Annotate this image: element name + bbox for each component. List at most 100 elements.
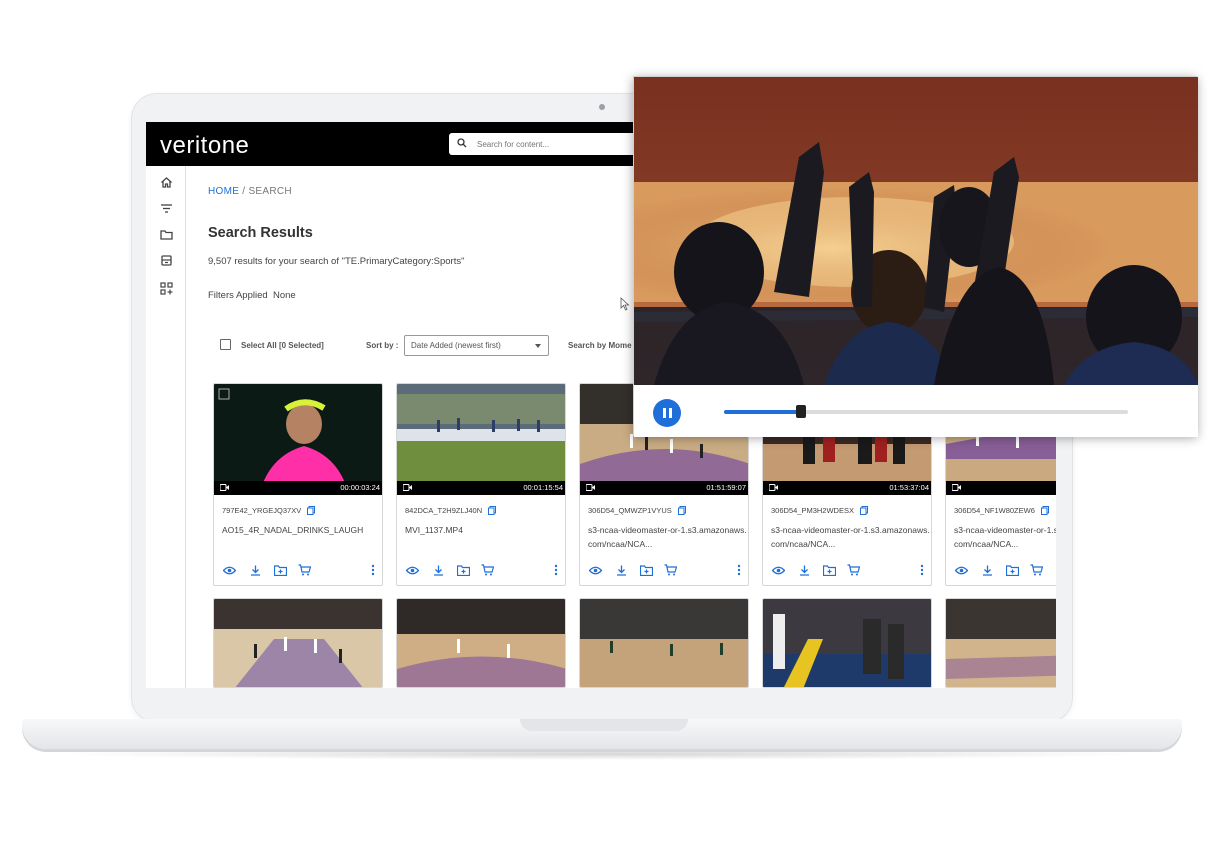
preview-eye-icon[interactable]: [588, 563, 602, 577]
select-all-checkbox[interactable]: [220, 339, 231, 350]
preview-eye-icon[interactable]: [222, 563, 236, 577]
thumbnail-bar: 00:01:15:54: [397, 481, 565, 495]
laptop-notch: [520, 719, 688, 731]
media-id-text: 797E42_YRGEJQ37XV: [222, 506, 302, 515]
media-name: s3-ncaa-videomaster-or-1.s3.amazonaws.co…: [588, 525, 747, 549]
more-vert-icon[interactable]: [549, 563, 563, 577]
video-thumbnail[interactable]: 00:01:15:54: [397, 384, 565, 495]
filter-icon[interactable]: [158, 200, 174, 216]
player-controls: [634, 385, 1198, 437]
copy-icon[interactable]: [677, 506, 686, 515]
card-actions: [588, 563, 742, 577]
more-vert-icon[interactable]: [366, 563, 380, 577]
media-name: AO15_4R_NADAL_DRINKS_LAUGH: [222, 525, 364, 535]
sort-select[interactable]: Date Added (newest first): [404, 335, 549, 356]
sidebar: [146, 166, 186, 688]
result-card[interactable]: 00:00:03:24 797E42_YRGEJQ37XV AO15_4R_NA…: [213, 383, 383, 586]
media-id: 797E42_YRGEJQ37XV: [222, 506, 316, 515]
page-title: Search Results: [208, 225, 313, 241]
home-icon[interactable]: [158, 174, 174, 190]
add-to-cart-icon[interactable]: [297, 563, 311, 577]
result-card[interactable]: [762, 598, 932, 688]
media-id: 842DCA_T2H9ZLJ40N: [405, 506, 497, 515]
copy-icon[interactable]: [859, 506, 868, 515]
video-duration: 00:01:15:54: [523, 483, 563, 492]
video-camera-icon: [769, 484, 778, 491]
video-thumbnail[interactable]: [214, 599, 383, 688]
video-thumbnail[interactable]: [580, 599, 749, 688]
add-to-cart-icon[interactable]: [663, 563, 677, 577]
stage: veritone Search for content... HOME / SE…: [0, 0, 1230, 860]
copy-icon[interactable]: [1040, 506, 1049, 515]
result-card[interactable]: [213, 598, 383, 688]
media-id-text: 306D54_QMWZP1VYUS: [588, 506, 672, 515]
copy-icon[interactable]: [488, 506, 497, 515]
result-card[interactable]: [579, 598, 749, 688]
thumbnail-bar: 00:00:03:24: [214, 481, 382, 495]
thumbnail-bar: [946, 481, 1056, 495]
download-icon[interactable]: [248, 563, 262, 577]
more-vert-icon[interactable]: [732, 563, 746, 577]
video-thumbnail[interactable]: 00:00:03:24: [214, 384, 382, 495]
chevron-down-icon: [535, 344, 541, 348]
add-to-folder-icon[interactable]: [273, 563, 287, 577]
add-to-cart-icon[interactable]: [846, 563, 860, 577]
media-id-text: 306D54_PM3H2WDESX: [771, 506, 854, 515]
result-card[interactable]: 00:01:15:54 842DCA_T2H9ZLJ40N MVI_1137.M…: [396, 383, 566, 586]
seek-bar[interactable]: [724, 405, 1128, 418]
pause-button[interactable]: [653, 399, 681, 427]
result-card[interactable]: [945, 598, 1056, 688]
result-card[interactable]: [396, 598, 566, 688]
search-box[interactable]: [449, 133, 649, 155]
add-to-cart-icon[interactable]: [1029, 563, 1043, 577]
media-id: 306D54_NF1W80ZEW6: [954, 506, 1049, 515]
video-camera-icon: [220, 484, 229, 491]
search-by-label: Search by Mome: [568, 341, 632, 350]
video-thumbnail[interactable]: [763, 599, 932, 688]
more-vert-icon[interactable]: [915, 563, 929, 577]
video-frame[interactable]: [634, 77, 1198, 385]
preview-eye-icon[interactable]: [405, 563, 419, 577]
folder-icon[interactable]: [158, 226, 174, 242]
media-id: 306D54_PM3H2WDESX: [771, 506, 868, 515]
card-actions: [954, 563, 1056, 577]
mouse-cursor-icon: [620, 297, 630, 311]
video-thumbnail[interactable]: [397, 599, 566, 688]
add-to-folder-icon[interactable]: [822, 563, 836, 577]
copy-icon[interactable]: [307, 506, 316, 515]
thumbnail-bar: 01:51:59:07: [580, 481, 748, 495]
add-to-folder-icon[interactable]: [456, 563, 470, 577]
pause-icon: [662, 408, 666, 418]
thumbnail-bar: 01:53:37:04: [763, 481, 931, 495]
media-name: s3-ncaa-videomaster-or-1.s3.amazonaws.co…: [771, 525, 930, 549]
preview-eye-icon[interactable]: [954, 563, 968, 577]
download-icon[interactable]: [797, 563, 811, 577]
add-to-folder-icon[interactable]: [1005, 563, 1019, 577]
media-id: 306D54_QMWZP1VYUS: [588, 506, 686, 515]
apps-add-icon[interactable]: [158, 280, 174, 296]
search-icon: [457, 135, 467, 153]
search-input[interactable]: [477, 139, 627, 149]
card-actions: [771, 563, 925, 577]
video-duration: 01:53:37:04: [889, 483, 929, 492]
download-icon[interactable]: [431, 563, 445, 577]
download-icon[interactable]: [980, 563, 994, 577]
breadcrumb: HOME / SEARCH: [208, 186, 292, 197]
video-duration: 00:00:03:24: [340, 483, 380, 492]
seek-handle[interactable]: [795, 405, 806, 418]
preview-eye-icon[interactable]: [771, 563, 785, 577]
results-count-text: 9,507 results for your search of "TE.Pri…: [208, 256, 465, 267]
media-name: MVI_1137.MP4: [405, 525, 463, 535]
add-to-cart-icon[interactable]: [480, 563, 494, 577]
filters-applied: Filters Applied None: [208, 290, 296, 301]
download-icon[interactable]: [614, 563, 628, 577]
breadcrumb-home-link[interactable]: HOME: [208, 186, 239, 197]
laptop-shadow: [50, 748, 1154, 760]
video-thumbnail[interactable]: [946, 599, 1056, 688]
video-player-popup: [633, 76, 1198, 437]
add-to-folder-icon[interactable]: [639, 563, 653, 577]
card-actions: [405, 563, 559, 577]
media-name: s3-ncaa-videomaster-or-1.s3.amazonaws.co…: [954, 525, 1056, 549]
pause-icon-bar: [668, 408, 672, 418]
archive-icon[interactable]: [158, 252, 174, 268]
